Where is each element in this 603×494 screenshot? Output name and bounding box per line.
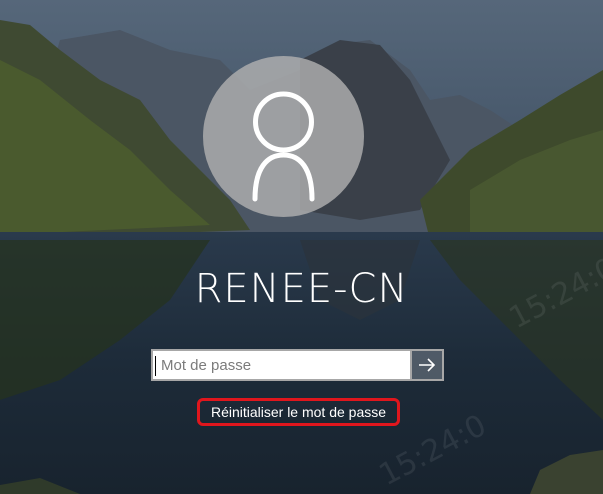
password-input[interactable] [151, 349, 410, 381]
text-caret [155, 356, 156, 376]
lock-screen: 15:24:0 15:24:0 RENEE-CN Réinitialiser l… [0, 0, 603, 494]
user-silhouette-icon [252, 91, 315, 202]
password-field-group [151, 349, 446, 383]
arrow-right-icon [419, 358, 436, 372]
reset-password-link[interactable]: Réinitialiser le mot de passe [197, 398, 400, 426]
user-avatar [203, 56, 364, 217]
submit-button[interactable] [410, 349, 444, 381]
user-name: RENEE-CN [194, 266, 409, 312]
